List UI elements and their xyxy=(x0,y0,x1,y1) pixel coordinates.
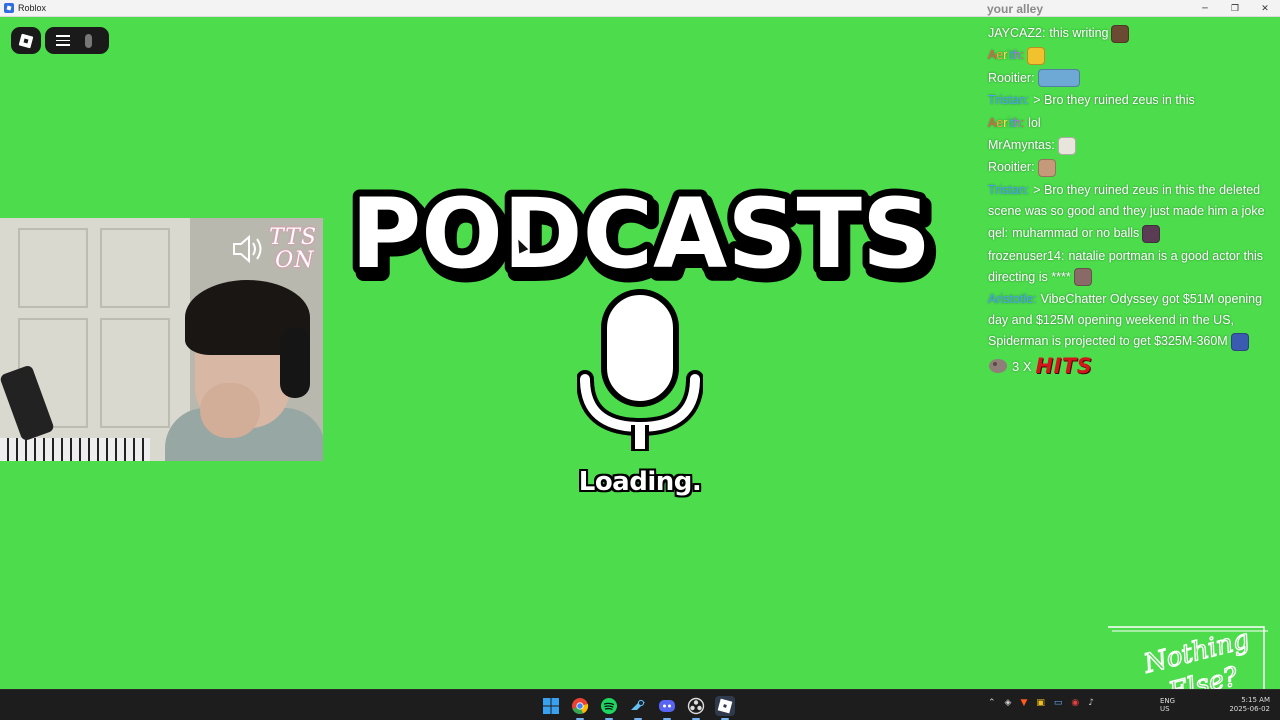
chat-username[interactable]: Rooitier: xyxy=(988,160,1035,174)
chat-username[interactable]: qel: xyxy=(988,226,1008,240)
minimize-button[interactable]: ─ xyxy=(1190,0,1220,17)
door-panel xyxy=(100,318,170,428)
spiderman-emote xyxy=(1230,332,1249,351)
chat-text: > Bro they ruined zeus in this xyxy=(1033,93,1195,108)
chat-message: JAYCAZ2: this writing xyxy=(988,23,1273,44)
big-microphone-icon xyxy=(577,289,703,451)
chat-username[interactable]: Tristan: xyxy=(988,93,1029,107)
chat-header: your alley xyxy=(987,2,1044,16)
microphone-icon[interactable] xyxy=(85,33,92,48)
restore-button[interactable]: ❐ xyxy=(1220,0,1250,17)
chat-log: JAYCAZ2: this writing Aerith: Rooitier: Tris… xyxy=(988,23,1273,377)
sunglasses-emote xyxy=(1057,136,1076,155)
loading-text: Loading. xyxy=(578,467,702,497)
windows-taskbar: ⌃ ◈ ▼ ▣ ▭ ◉ ♪ ENG US 5:15 AM 2025-06-02 xyxy=(0,689,1280,720)
heading-text: PODCASTS xyxy=(351,178,931,290)
webcam-overlay: TTS ON xyxy=(0,218,323,461)
cap-emote xyxy=(1142,224,1161,243)
hits-label: HITS xyxy=(1035,353,1093,378)
spotify-icon[interactable] xyxy=(599,696,619,720)
tray-mic-icon[interactable]: ♪ xyxy=(1088,698,1094,708)
piano-keys xyxy=(0,438,150,461)
chat-message: Aerith: lol xyxy=(988,113,1273,134)
roblox-topbar-menu xyxy=(45,27,109,54)
taskbar-clock[interactable]: 5:15 AM 2025-06-02 xyxy=(1222,696,1270,714)
chat-message: Tristan: > Bro they ruined zeus in this t… xyxy=(988,180,1273,222)
tray-steam-icon[interactable]: ◈ xyxy=(1005,698,1012,708)
laughing-emote xyxy=(1027,47,1046,66)
chrome-icon[interactable] xyxy=(570,696,590,720)
window-controls: ─ ❐ ✕ xyxy=(1190,0,1280,17)
chat-username[interactable]: Tristan: xyxy=(988,183,1029,197)
head-emote xyxy=(1037,159,1056,178)
tts-label: TTS ON xyxy=(269,226,317,272)
chat-username[interactable]: Aerith: xyxy=(988,116,1024,130)
chat-username[interactable]: MrAmyntas: xyxy=(988,138,1055,152)
face-emote xyxy=(1073,268,1092,287)
obs-icon[interactable] xyxy=(686,696,706,720)
chat-username[interactable]: Rooitier: xyxy=(988,71,1035,85)
chat-message: MrAmyntas: xyxy=(988,135,1273,156)
tray-overflow-icon[interactable]: ⌃ xyxy=(988,698,996,708)
chat-username[interactable]: Aristotle: xyxy=(988,292,1037,306)
podcasts-heading: PODCASTS PODCASTS PODCASTS xyxy=(344,171,943,292)
chat-username[interactable]: frozenuser14: xyxy=(988,249,1064,263)
tts-indicator: TTS ON xyxy=(231,226,317,272)
speaker-icon xyxy=(233,234,262,264)
stone-emote xyxy=(989,359,1007,374)
hits-count: 3 X xyxy=(1012,358,1032,374)
close-button[interactable]: ✕ xyxy=(1250,0,1280,17)
chat-message: frozenuser14: natalie portman is a good a… xyxy=(988,246,1273,288)
input-language[interactable]: ENG US xyxy=(1160,697,1175,713)
door-panel xyxy=(18,228,88,308)
tts-label-line1: TTS xyxy=(269,225,317,250)
windows-start-icon[interactable] xyxy=(541,696,561,716)
window-title: Roblox xyxy=(18,3,47,13)
chat-message: Rooitier: xyxy=(988,157,1273,178)
roblox-logo-icon xyxy=(18,33,34,48)
roblox-app-icon xyxy=(4,3,14,13)
door-panel xyxy=(100,228,170,308)
chat-text: muhammad or no balls xyxy=(1012,226,1140,241)
clock-date: 2025-06-02 xyxy=(1229,705,1270,713)
discord-icon[interactable] xyxy=(657,696,677,720)
chat-username[interactable]: Aerith: xyxy=(988,48,1024,62)
lang-code: ENG xyxy=(1160,697,1176,705)
tray-security-icon[interactable]: ◉ xyxy=(1071,698,1079,708)
system-tray: ⌃ ◈ ▼ ▣ ▭ ◉ ♪ xyxy=(988,698,1103,708)
chat-text: this writing xyxy=(1049,26,1109,40)
hits-combo: 3 X HITS xyxy=(988,353,1273,378)
tray-app-icon[interactable]: ▣ xyxy=(1036,698,1045,708)
chat-text: lol xyxy=(1028,115,1041,130)
chat-message: Aristotle: VibeChatter Odyssey got $51M o… xyxy=(988,289,1273,352)
game-viewport[interactable]: TTS ON PODCASTS PODCASTS PODCASTS Loadin… xyxy=(0,2,1280,705)
person-hand xyxy=(200,383,260,438)
window-title-bar: Roblox ─ ❐ ✕ xyxy=(0,0,1280,17)
clock-time: 5:15 AM xyxy=(1241,696,1270,704)
smiling-man-emote xyxy=(1111,24,1130,43)
chat-message: Tristan: > Bro they ruined zeus in this xyxy=(988,90,1273,111)
chat-message: Aerith: xyxy=(988,45,1273,66)
roblox-icon[interactable] xyxy=(715,696,735,720)
tray-display-icon[interactable]: ▭ xyxy=(1054,698,1063,708)
chat-message: qel: muhammad or no balls xyxy=(988,223,1273,244)
sleeping-face-emote xyxy=(1037,69,1080,88)
hamburger-menu-icon[interactable] xyxy=(56,35,70,46)
steam-icon[interactable] xyxy=(628,696,648,720)
chat-message: Rooitier: xyxy=(988,68,1273,89)
tts-label-line2: ON xyxy=(275,248,315,273)
headphones xyxy=(280,328,310,398)
chat-username[interactable]: JAYCAZ2: xyxy=(988,26,1045,40)
chat-text: > Bro they ruined zeus in this the delet… xyxy=(988,182,1265,218)
roblox-menu-logo-button[interactable] xyxy=(11,27,41,54)
lang-region: US xyxy=(1160,705,1170,713)
taskbar-apps xyxy=(541,696,744,720)
tray-brave-icon[interactable]: ▼ xyxy=(1020,698,1027,708)
